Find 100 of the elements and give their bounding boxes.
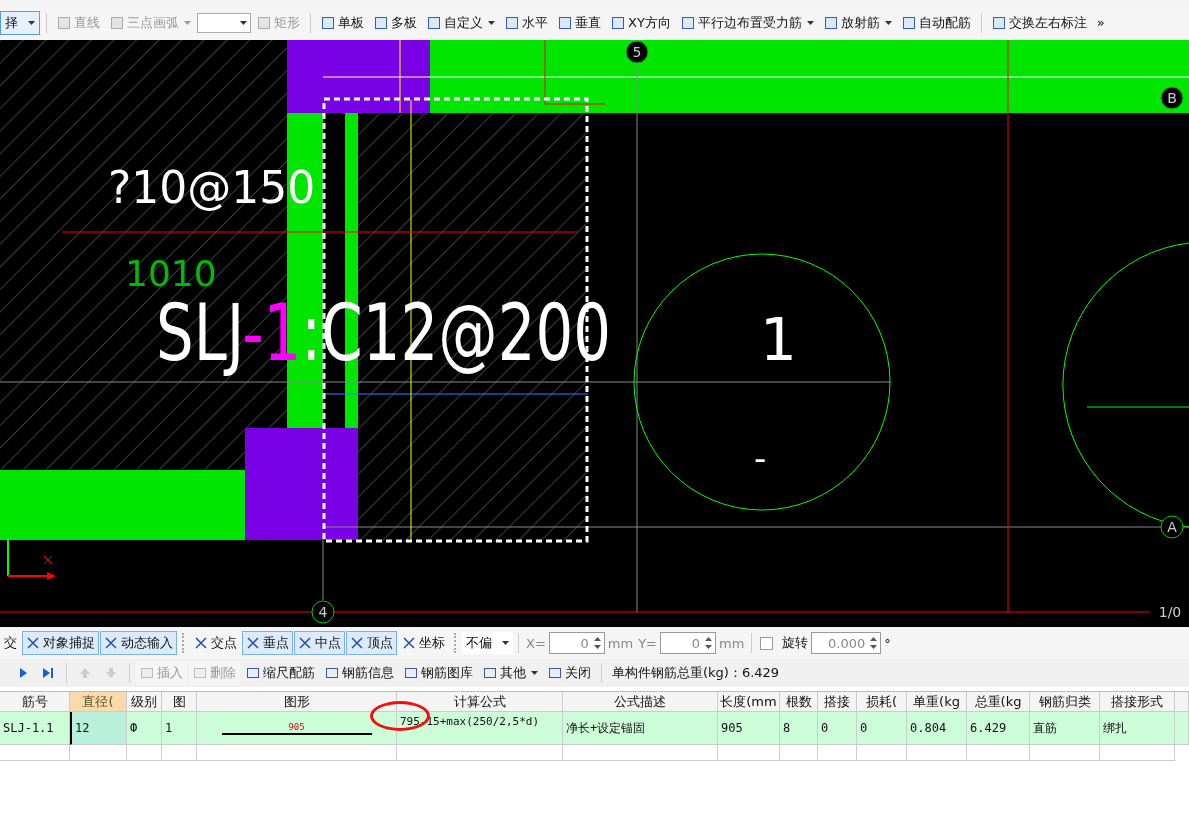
table-cell[interactable]: 8 [780,712,818,745]
caret-icon [488,20,495,25]
toolbar-button[interactable]: 缩尺配筋 [242,661,319,685]
grid-line [322,539,324,601]
snap-toggle[interactable]: 动态输入 [100,631,177,655]
caret-icon [884,20,892,25]
tool-icon [140,666,154,680]
column-header[interactable]: 直径( [70,692,127,712]
toolbar-button[interactable]: 择 [0,10,40,35]
next-icon[interactable] [17,666,29,680]
caret-icon [806,20,814,25]
snap-icon [350,636,364,650]
snap-toggle[interactable]: 垂点 [242,631,293,655]
spin-arrows-icon [705,636,712,650]
column-header[interactable]: 搭接 [818,692,857,712]
snap-toggle[interactable]: 顶点 [346,631,397,655]
tool-icon [110,15,124,30]
table-cell[interactable]: 6.429 [967,712,1030,745]
caret-icon [502,641,509,645]
snap-toggle[interactable]: 中点 [294,631,345,655]
table-cell[interactable]: 净长+设定锚固 [563,712,718,745]
table-cell[interactable] [1175,712,1189,745]
tool-icon [505,15,519,30]
toolbar-button[interactable]: 自动配筋 [897,10,975,35]
toolbar-button[interactable]: 水平 [501,10,552,35]
toolbar-button[interactable]: 平行边布置受力筋 [676,10,818,35]
snap-icon [194,636,208,650]
x-label: X= [525,635,547,651]
toolbar-button[interactable]: 其他 [479,661,542,685]
column-header[interactable]: 筋号 [0,692,70,712]
degree-label: ° [883,635,892,651]
tool-icon [611,15,625,30]
axis-label: 1/0 [1158,604,1182,620]
table-cell[interactable]: 12 [70,712,127,745]
snap-toggle[interactable]: 坐标 [398,631,449,655]
tool-icon [558,15,572,30]
caret-icon [28,20,35,25]
toolbar-button[interactable]: 钢筋图库 [400,661,477,685]
caret-icon [531,671,538,675]
toolbar-button[interactable]: 关闭 [544,661,595,685]
y-label: Y= [637,635,658,651]
table-cell[interactable]: 905 [197,712,397,745]
tool-icon [325,666,339,680]
x-field[interactable]: 0 [548,632,605,654]
column-header[interactable]: 总重(kg [967,692,1030,712]
table-cell[interactable]: 绑扎 [1100,712,1175,745]
snap-toggle[interactable]: 交点 [190,631,241,655]
rotate-field[interactable]: 0.000 [811,632,882,654]
table-cell[interactable]: 0.804 [907,712,967,745]
toolbar-button[interactable]: XY方向 [607,10,675,35]
total-weight-text: 单构件钢筋总重(kg)：6.429 [611,664,781,682]
last-icon[interactable] [41,666,55,680]
column-header[interactable] [1175,692,1189,712]
column-header[interactable]: 计算公式 [397,692,563,712]
offset-dropdown[interactable]: 不偏 [462,632,513,654]
tool-icon [901,15,916,30]
column-header[interactable]: 公式描述 [563,692,718,712]
spin-arrows-icon [593,636,601,650]
toolbar-button[interactable]: 放射筋 [819,10,896,35]
snap-icon [402,636,416,650]
dash-mark: - [754,438,767,478]
tool-icon [548,666,562,680]
snap-toggle[interactable]: 交 [0,631,21,655]
snap-icon [298,636,312,650]
axis-line [544,40,606,105]
column-header[interactable]: 损耗( [857,692,907,712]
caret-icon [240,20,247,25]
tool-icon [57,15,71,30]
table-cell[interactable]: 1 [162,712,197,745]
dropdown-field[interactable] [197,12,251,33]
axis-marker: 4 [311,600,335,624]
column-header[interactable]: 长度(mm [718,692,780,712]
table-cell[interactable]: Ф [127,712,162,745]
tool-icon [374,15,388,30]
toolbar-button[interactable]: 单板 [317,10,368,35]
toolbar-button[interactable]: 垂直 [554,10,605,35]
column-header[interactable]: 图 [162,692,197,712]
column-header[interactable]: 根数 [780,692,818,712]
column-header[interactable]: 钢筋归类 [1030,692,1100,712]
unit-label: mm [606,635,635,651]
table-cell[interactable]: SLJ-1.1 [0,712,70,745]
tool-icon [246,666,260,680]
rotate-checkbox[interactable] [760,636,774,650]
overflow-button[interactable]: » [1092,12,1109,33]
toolbar-button[interactable]: 多板 [370,10,421,35]
table-cell[interactable]: 0 [857,712,907,745]
column-header[interactable]: 图形 [197,692,397,712]
snap-toggle[interactable]: 对象捕捉 [22,631,99,655]
column-header[interactable]: 单重(kg [907,692,967,712]
column-header[interactable]: 搭接形式 [1100,692,1175,712]
toolbar-button[interactable]: 自定义 [423,10,499,35]
column-header[interactable]: 级别 [127,692,162,712]
table-cell[interactable]: 905 [718,712,780,745]
y-field[interactable]: 0 [660,632,716,654]
axis-marker: A [1160,515,1184,539]
toolbar-button[interactable]: 交换左右标注 [987,10,1091,35]
table-cell[interactable]: 0 [818,712,857,745]
table-cell[interactable]: 直筋 [1030,712,1100,745]
tool-icon [321,15,335,30]
toolbar-button[interactable]: 钢筋信息 [321,661,398,685]
